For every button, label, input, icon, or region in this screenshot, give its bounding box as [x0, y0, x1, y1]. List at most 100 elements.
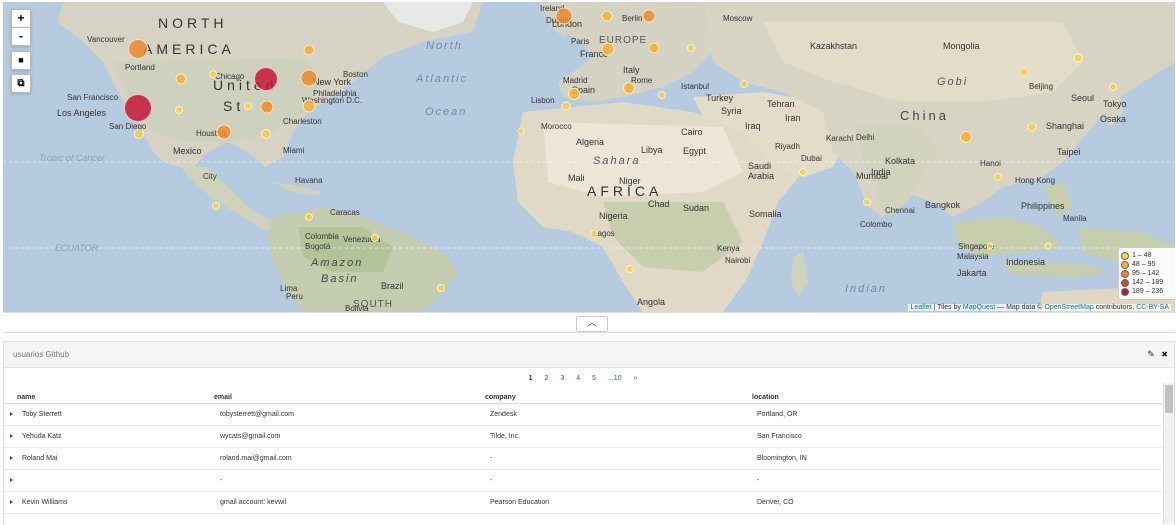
map-marker[interactable] [128, 39, 148, 59]
map-marker[interactable] [648, 42, 660, 54]
map-marker[interactable] [986, 242, 994, 250]
map-marker[interactable] [555, 7, 573, 25]
draw-rectangle-button[interactable]: ■ [11, 51, 31, 70]
legend-label: 95 – 142 [1132, 270, 1160, 277]
map-marker[interactable] [994, 173, 1002, 181]
page-link-2[interactable]: 2 [544, 375, 548, 382]
zoom-out-button[interactable]: - [11, 27, 31, 46]
column-label: company [485, 393, 516, 401]
edit-icon[interactable]: ✎ [1147, 349, 1155, 359]
cell-text: wycats@gmail.com [220, 433, 281, 440]
map-marker[interactable] [209, 70, 217, 78]
legend-label: 1 – 48 [1132, 252, 1152, 259]
map-marker[interactable] [1044, 242, 1052, 250]
column-header-company[interactable]: company [470, 391, 737, 404]
map-marker[interactable] [302, 99, 316, 113]
table-row[interactable]: Yehuda Katz wycats@gmail.com Tilde, Inc.… [4, 425, 1162, 448]
map-marker[interactable] [437, 284, 445, 292]
map-marker[interactable] [1019, 67, 1029, 77]
zoom-in-button[interactable]: + [11, 9, 31, 28]
map-marker[interactable] [1073, 53, 1083, 63]
cell-text: Portland, OR [757, 411, 798, 418]
map-marker[interactable] [261, 129, 271, 139]
expand-row-icon[interactable] [10, 412, 13, 416]
osm-link[interactable]: OpenStreetMap [1044, 304, 1093, 311]
legend-item: 48 – 95 [1121, 260, 1175, 269]
legend-label: 48 – 95 [1132, 261, 1156, 268]
cell-email: tobysterrett@gmail.com [202, 403, 470, 426]
table-scrollbar[interactable] [1163, 383, 1174, 524]
scrollbar-thumb[interactable] [1165, 385, 1173, 413]
license-link[interactable]: CC-BY-SA [1136, 304, 1169, 311]
close-icon[interactable]: ✖ [1161, 350, 1168, 359]
column-label: location [752, 393, 779, 401]
map-marker[interactable] [960, 131, 972, 143]
column-header-email[interactable]: email [202, 391, 470, 404]
map-marker[interactable] [740, 80, 748, 88]
map-marker[interactable] [626, 265, 634, 273]
leaflet-link[interactable]: Leaflet [910, 304, 931, 311]
map-marker[interactable] [642, 9, 656, 23]
map-legend: 1 – 48 48 – 95 95 – 142 142 – 189 189 – … [1118, 247, 1175, 300]
table-row[interactable]: Kevin Williams gmail account: kevwil Pea… [4, 491, 1162, 514]
map-marker[interactable] [303, 44, 315, 56]
cell-name: Yehuda Katz [4, 425, 202, 448]
map-marker[interactable] [305, 213, 313, 221]
next-page-link[interactable]: » [633, 375, 637, 382]
mapquest-link[interactable]: MapQuest [963, 304, 995, 311]
map-marker[interactable] [300, 69, 318, 87]
map-marker[interactable] [260, 100, 274, 114]
table-row[interactable]: - - - [4, 469, 1162, 492]
page-link-3[interactable]: 3 [560, 375, 564, 382]
page-link-5[interactable]: 5 [592, 375, 596, 382]
table-row[interactable]: Roland Mai roland.mai@gmail.com - Bloomi… [4, 447, 1162, 470]
crop-tool-button[interactable]: ⧉ [11, 74, 31, 93]
map-marker[interactable] [1109, 83, 1117, 91]
page-link-4[interactable]: 4 [576, 375, 580, 382]
expand-row-icon[interactable] [10, 434, 13, 438]
map-marker[interactable] [623, 82, 635, 94]
cell-name: Roland Mai [4, 447, 202, 470]
page-link-1[interactable]: 1 [529, 375, 533, 382]
page-link-last[interactable]: ...10 [608, 375, 622, 382]
table-row[interactable]: Toby Sterrett tobysterrett@gmail.com Zen… [4, 403, 1162, 426]
column-label: email [214, 393, 232, 401]
cell-name: Kevin Williams [4, 491, 202, 514]
map-marker[interactable] [244, 102, 252, 110]
expand-row-icon[interactable] [10, 500, 13, 504]
map-marker[interactable] [561, 101, 571, 111]
panel-header: usuarios Github ✎ ✖ [4, 342, 1174, 368]
map-marker[interactable] [590, 230, 598, 238]
map-marker[interactable] [517, 127, 525, 135]
map-marker[interactable] [175, 73, 187, 85]
column-header-location[interactable]: location [737, 391, 1162, 404]
map-marker[interactable] [175, 106, 183, 114]
expand-row-icon[interactable] [10, 478, 13, 482]
users-table: name email company location Toby Sterret… [4, 391, 1162, 514]
map-marker[interactable] [254, 67, 278, 91]
map-marker[interactable] [863, 198, 871, 206]
map-view[interactable]: NORTH AMERICA United St AFRICA EUROPE Ch… [3, 2, 1175, 313]
map-marker[interactable] [134, 129, 144, 139]
map-marker[interactable] [212, 202, 220, 210]
cell-location: - [737, 469, 1162, 492]
cell-text: - [220, 477, 223, 484]
map-marker[interactable] [124, 94, 152, 122]
map-marker[interactable] [658, 91, 666, 99]
cell-text: San Francisco [757, 433, 802, 440]
cell-email: - [202, 469, 470, 492]
map-marker[interactable] [601, 42, 615, 56]
map-marker[interactable] [799, 168, 807, 176]
pagination: 1 2 3 4 5 ...10 » [0, 375, 1166, 382]
map-marker[interactable] [216, 124, 232, 140]
column-header-name[interactable]: name [4, 391, 202, 404]
cell-company: Tilde, Inc. [470, 425, 737, 448]
map-marker[interactable] [371, 234, 379, 242]
expand-row-icon[interactable] [10, 456, 13, 460]
map-marker[interactable] [687, 44, 695, 52]
collapse-map-button[interactable]: ︿ [576, 316, 608, 332]
map-marker[interactable] [1027, 122, 1037, 132]
map-marker[interactable] [568, 88, 580, 100]
map-marker[interactable] [601, 10, 613, 22]
cell-location: Bloomington, IN [737, 447, 1162, 470]
